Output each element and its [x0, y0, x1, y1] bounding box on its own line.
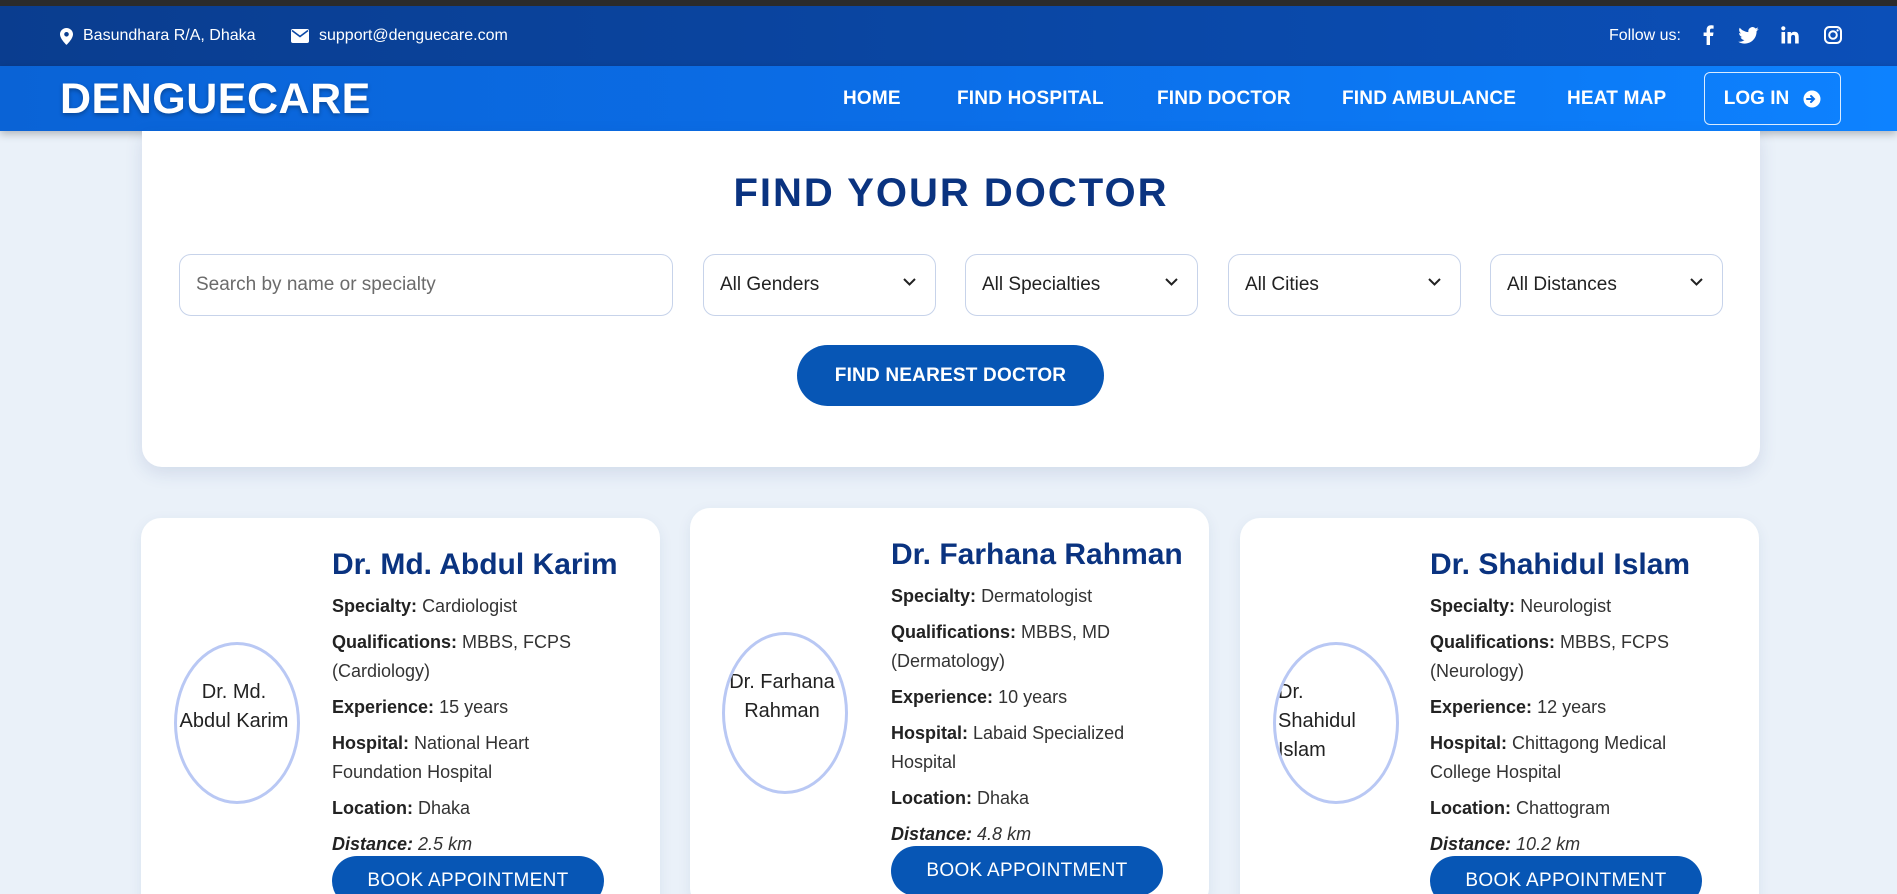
specialty-label: Specialty: [332, 596, 418, 616]
doctor-info: Specialty: Cardiologist Qualifications: … [332, 592, 602, 866]
specialty-value: Neurologist [1520, 596, 1612, 616]
qualifications-label: Qualifications: [1430, 632, 1556, 652]
doctor-name: Dr. Shahidul Islam [1430, 548, 1691, 581]
avatar-alt-text: Dr. Farhana Rahman [729, 671, 835, 722]
hospital-label: Hospital: [1430, 733, 1508, 753]
location-label: Location: [1430, 798, 1511, 818]
distance-label: Distance: [891, 824, 973, 844]
chevron-down-icon [1690, 278, 1703, 286]
doctor-avatar: Dr. Md. Abdul Karim [174, 642, 300, 804]
nav-find-hospital[interactable]: FIND HOSPITAL [957, 66, 1104, 131]
nav-find-doctor[interactable]: FIND DOCTOR [1157, 66, 1291, 131]
doctor-card: Dr. Shahidul Islam Dr. Shahidul Islam Sp… [1240, 518, 1759, 894]
chevron-down-icon [1428, 278, 1441, 286]
nav-find-ambulance[interactable]: FIND AMBULANCE [1342, 66, 1516, 131]
book-appointment-button[interactable]: BOOK APPOINTMENT [332, 856, 604, 894]
address-text: Basundhara R/A, Dhaka [83, 27, 256, 44]
distance-value: 2.5 km [418, 834, 473, 854]
city-select[interactable]: All Cities [1228, 254, 1461, 316]
doctor-name: Dr. Farhana Rahman [891, 538, 1183, 571]
experience-value: 15 years [439, 697, 509, 717]
doctor-card: Dr. Farhana Rahman Dr. Farhana Rahman Sp… [690, 508, 1209, 894]
find-nearest-doctor-button[interactable]: FIND NEAREST DOCTOR [797, 345, 1104, 406]
avatar-alt-text: Dr. Md. Abdul Karim [179, 681, 289, 732]
login-button[interactable]: LOG IN [1704, 72, 1841, 125]
email-item[interactable]: support@denguecare.com [291, 6, 508, 66]
distance-value: 4.8 km [977, 824, 1032, 844]
experience-value: 12 years [1537, 697, 1607, 717]
doctor-name: Dr. Md. Abdul Karim [332, 548, 618, 581]
doctor-card: Dr. Md. Abdul Karim Dr. Md. Abdul Karim … [141, 518, 660, 894]
distance-value: 10.2 km [1516, 834, 1581, 854]
doctor-avatar: Dr. Farhana Rahman [722, 632, 848, 794]
doctor-info: Specialty: Dermatologist Qualifications:… [891, 582, 1161, 856]
login-icon [1803, 90, 1821, 107]
hospital-label: Hospital: [332, 733, 410, 753]
specialty-value: All Specialties [982, 274, 1101, 295]
envelope-icon [291, 29, 309, 43]
book-appointment-button[interactable]: BOOK APPOINTMENT [891, 846, 1163, 894]
distance-select[interactable]: All Distances [1490, 254, 1723, 316]
experience-label: Experience: [332, 697, 435, 717]
specialty-label: Specialty: [891, 586, 977, 606]
top-info-bar: Basundhara R/A, Dhaka support@denguecare… [0, 6, 1897, 66]
main-navbar: DENGUECARE HOME FIND HOSPITAL FIND DOCTO… [0, 66, 1897, 131]
book-appointment-button[interactable]: BOOK APPOINTMENT [1430, 856, 1702, 894]
map-pin-icon [60, 27, 73, 45]
experience-label: Experience: [1430, 697, 1533, 717]
chevron-down-icon [903, 278, 916, 286]
address-item: Basundhara R/A, Dhaka [60, 6, 256, 66]
distance-value: All Distances [1507, 274, 1617, 295]
gender-select[interactable]: All Genders [703, 254, 936, 316]
city-value: All Cities [1245, 274, 1319, 295]
nav-heat-map[interactable]: HEAT MAP [1567, 66, 1666, 131]
location-value: Chattogram [1516, 798, 1611, 818]
location-label: Location: [891, 788, 972, 808]
email-text[interactable]: support@denguecare.com [319, 27, 508, 45]
chevron-down-icon [1165, 278, 1178, 286]
follow-label: Follow us: [1608, 27, 1681, 44]
location-value: Dhaka [977, 788, 1030, 808]
page-title: FIND YOUR DOCTOR [733, 171, 1169, 215]
twitter-icon[interactable] [1737, 24, 1759, 46]
doctor-avatar: Dr. Shahidul Islam [1273, 642, 1399, 804]
specialty-select[interactable]: All Specialties [965, 254, 1198, 316]
facebook-icon[interactable] [1697, 24, 1719, 46]
distance-label: Distance: [1430, 834, 1512, 854]
gender-value: All Genders [720, 274, 820, 295]
qualifications-label: Qualifications: [891, 622, 1017, 642]
specialty-label: Specialty: [1430, 596, 1516, 616]
search-placeholder: Search by name or specialty [196, 274, 436, 295]
location-label: Location: [332, 798, 413, 818]
login-label: LOG IN [1723, 87, 1790, 109]
location-value: Dhaka [418, 798, 471, 818]
hospital-label: Hospital: [891, 723, 969, 743]
linkedin-icon[interactable] [1779, 24, 1801, 46]
specialty-value: Dermatologist [981, 586, 1093, 606]
doctor-info: Specialty: Neurologist Qualifications: M… [1430, 592, 1700, 866]
experience-value: 10 years [998, 687, 1068, 707]
specialty-value: Cardiologist [422, 596, 518, 616]
nav-home[interactable]: HOME [843, 66, 901, 131]
experience-label: Experience: [891, 687, 994, 707]
search-input[interactable]: Search by name or specialty [179, 254, 673, 316]
qualifications-label: Qualifications: [332, 632, 458, 652]
instagram-icon[interactable] [1822, 24, 1844, 46]
search-panel: FIND YOUR DOCTOR Search by name or speci… [142, 131, 1760, 467]
avatar-alt-text: Dr. Shahidul Islam [1278, 681, 1356, 761]
distance-label: Distance: [332, 834, 414, 854]
site-logo[interactable]: DENGUECARE [60, 74, 371, 124]
